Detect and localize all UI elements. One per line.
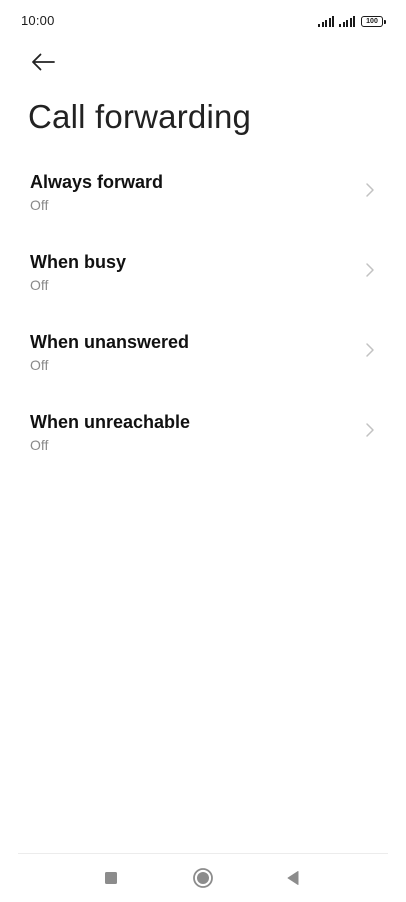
settings-list: Always forward Off When busy Off When un… bbox=[0, 160, 406, 480]
recents-button[interactable] bbox=[99, 866, 123, 890]
arrow-left-icon bbox=[32, 53, 55, 71]
recents-square-icon bbox=[105, 872, 117, 884]
item-status: Off bbox=[30, 437, 49, 453]
signal-icon bbox=[339, 15, 355, 27]
when-busy-item[interactable]: When busy Off bbox=[0, 240, 406, 320]
nav-back-button[interactable] bbox=[281, 866, 305, 890]
item-status: Off bbox=[30, 277, 49, 293]
status-time: 10:00 bbox=[21, 13, 55, 28]
always-forward-item[interactable]: Always forward Off bbox=[0, 160, 406, 240]
item-title: When unreachable bbox=[30, 412, 191, 432]
chevron-right-icon bbox=[366, 343, 374, 357]
battery-icon: 100 bbox=[361, 16, 386, 27]
when-unreachable-item[interactable]: When unreachable Off bbox=[0, 400, 406, 480]
status-bar: 10:00 100 bbox=[0, 0, 406, 40]
battery-level: 100 bbox=[366, 18, 378, 25]
when-unanswered-item[interactable]: When unanswered Off bbox=[0, 320, 406, 400]
item-title: When unanswered bbox=[30, 332, 190, 352]
item-status: Off bbox=[30, 357, 49, 373]
chevron-right-icon bbox=[366, 423, 374, 437]
item-status: Off bbox=[30, 197, 49, 213]
signal-icon bbox=[318, 15, 334, 27]
chevron-right-icon bbox=[366, 263, 374, 277]
item-title: Always forward bbox=[30, 172, 164, 192]
home-button[interactable] bbox=[191, 866, 215, 890]
back-button[interactable] bbox=[26, 46, 60, 78]
chevron-right-icon bbox=[366, 183, 374, 197]
home-circle-icon bbox=[193, 868, 213, 888]
back-triangle-icon bbox=[287, 871, 299, 885]
nav-divider bbox=[18, 853, 388, 854]
status-icons: 100 bbox=[318, 13, 386, 27]
item-title: When busy bbox=[30, 252, 127, 272]
navigation-bar bbox=[0, 856, 406, 902]
page-title: Call forwarding bbox=[28, 98, 252, 135]
